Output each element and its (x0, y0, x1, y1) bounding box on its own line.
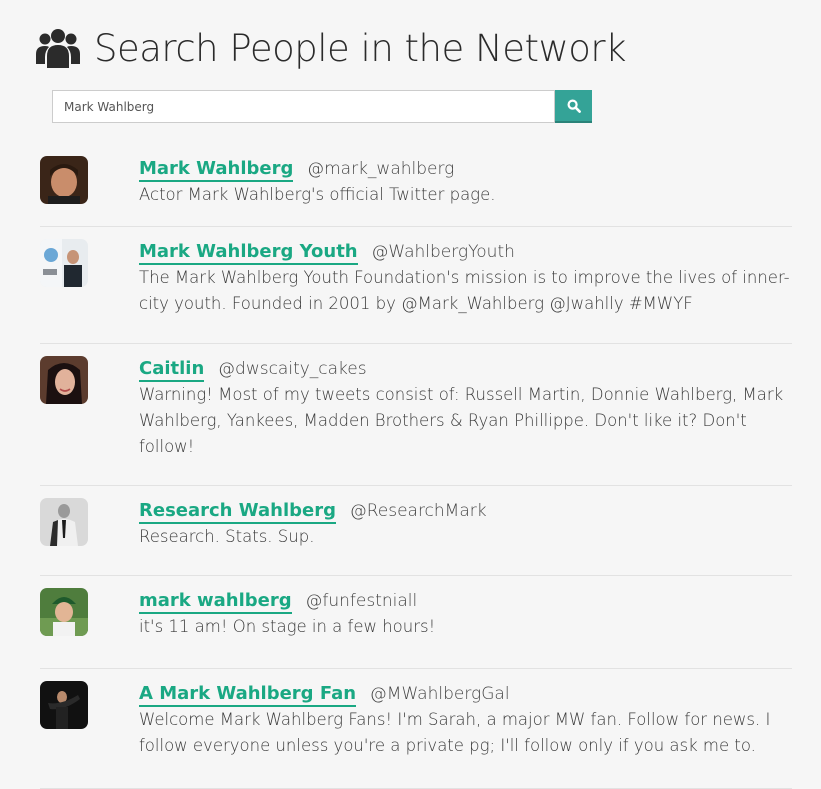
search-icon (566, 98, 581, 113)
user-handle: @funfestniall (305, 591, 418, 611)
results-list: Mark Wahlberg @mark_wahlberg Actor Mark … (40, 144, 792, 789)
user-name-link[interactable]: Research Wahlberg (139, 500, 336, 524)
user-name-link[interactable]: Mark Wahlberg Youth (139, 241, 358, 265)
avatar[interactable] (40, 588, 88, 636)
search-input[interactable] (52, 90, 555, 123)
avatar[interactable] (40, 156, 88, 204)
avatar[interactable] (40, 239, 88, 287)
list-item: Mark Wahlberg @mark_wahlberg Actor Mark … (40, 144, 792, 227)
search-button[interactable] (555, 90, 592, 123)
list-item: A Mark Wahlberg Fan @MWahlbergGal Welcom… (40, 669, 792, 789)
user-name-link[interactable]: Mark Wahlberg (139, 158, 294, 182)
avatar[interactable] (40, 681, 88, 729)
user-bio: Research. Stats. Sup. (139, 527, 315, 546)
user-handle: @WahlbergYouth (371, 242, 515, 262)
user-bio: it's 11 am! On stage in a few hours! (139, 617, 436, 636)
list-item: Mark Wahlberg Youth @WahlbergYouth The M… (40, 227, 792, 344)
user-handle: @mark_wahlberg (307, 159, 455, 179)
user-bio: Warning! Most of my tweets consist of: R… (139, 385, 784, 456)
user-name-link[interactable]: mark wahlberg (139, 590, 292, 614)
list-item: mark wahlberg @funfestniall it's 11 am! … (40, 576, 792, 669)
page-header: Search People in the Network (36, 26, 627, 70)
avatar[interactable] (40, 498, 88, 546)
user-bio: The Mark Wahlberg Youth Foundation's mis… (139, 268, 790, 313)
avatar[interactable] (40, 356, 88, 404)
user-handle: @dwscaity_cakes (218, 359, 367, 379)
people-icon (36, 29, 80, 68)
user-handle: @ResearchMark (349, 501, 487, 521)
list-item: Caitlin @dwscaity_cakes Warning! Most of… (40, 344, 792, 486)
user-name-link[interactable]: A Mark Wahlberg Fan (139, 683, 357, 707)
user-bio: Actor Mark Wahlberg's official Twitter p… (139, 185, 496, 204)
user-bio: Welcome Mark Wahlberg Fans! I'm Sarah, a… (139, 710, 771, 755)
search-bar (52, 90, 592, 123)
user-name-link[interactable]: Caitlin (139, 358, 205, 382)
list-item: Research Wahlberg @ResearchMark Research… (40, 486, 792, 576)
page-title: Search People in the Network (94, 26, 627, 70)
user-handle: @MWahlbergGal (369, 684, 510, 704)
